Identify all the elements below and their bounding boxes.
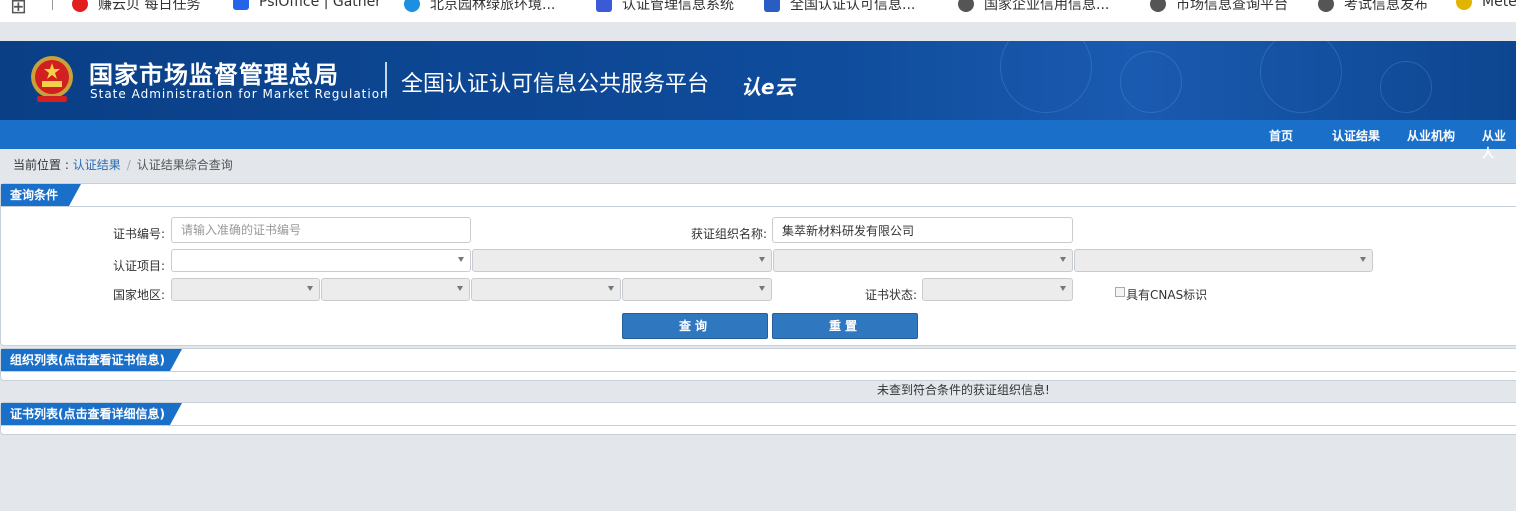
bookmark-favicon-icon [404, 0, 420, 12]
project-select-2[interactable] [472, 249, 772, 272]
bookmark-item[interactable]: 国家企业信用信息... [958, 0, 1109, 14]
region-select-2[interactable] [321, 278, 470, 301]
status-label: 证书状态: [865, 288, 918, 302]
bookmark-favicon-icon [72, 0, 88, 12]
cert-list-title: 证书列表(点击查看详细信息) [1, 403, 182, 425]
org-name-cn: 国家市场监督管理总局 [89, 61, 339, 89]
bookmark-item[interactable]: 市场信息查询平台 [1150, 0, 1288, 14]
decor-circle [1260, 41, 1342, 113]
org-list-empty-message: 未查到符合条件的获证组织信息! [877, 383, 1050, 397]
decor-circle [1000, 41, 1092, 113]
cert-no-input[interactable] [171, 217, 471, 243]
project-select-3[interactable] [773, 249, 1073, 272]
breadcrumb-prefix: 当前位置 : [13, 158, 73, 172]
platform-title: 全国认证认可信息公共服务平台 [401, 72, 710, 97]
breadcrumb-link[interactable]: 认证结果 [73, 158, 121, 172]
bookmark-item[interactable]: Mete [1456, 0, 1516, 10]
chevron-down-icon [1060, 257, 1066, 262]
breadcrumb-current: 认证结果综合查询 [136, 158, 233, 172]
region-select-4[interactable] [622, 278, 772, 301]
org-name-label: 获证组织名称: [691, 227, 768, 241]
project-select-4[interactable] [1074, 249, 1373, 272]
query-button[interactable]: 查询 [622, 313, 768, 339]
org-list-header: 组织列表(点击查看证书信息) [1, 349, 1516, 372]
chevron-down-icon [608, 286, 614, 291]
query-panel-title: 查询条件 [1, 184, 81, 206]
bookmark-item[interactable]: PsiOffice | Gather [233, 0, 381, 10]
nav-item-home[interactable]: 首页 [1269, 127, 1293, 144]
chevron-down-icon [759, 286, 765, 291]
bookmark-item[interactable]: 考试信息发布 [1318, 0, 1428, 14]
chevron-down-icon [307, 286, 313, 291]
apps-grid-icon[interactable]: ⊞ [10, 0, 27, 18]
chevron-down-icon [457, 286, 463, 291]
cert-list-panel: 证书列表(点击查看详细信息) [0, 402, 1516, 435]
breadcrumb-separator: / [126, 158, 131, 172]
cnas-label: 具有CNAS标识 [1126, 288, 1208, 302]
project-select-1[interactable] [171, 249, 471, 272]
cnas-checkbox[interactable] [1115, 287, 1125, 297]
bookmarks-bar: ⊞ 赚云贝 每日任务 PsiOffice | Gather 北京园林绿旅环境..… [0, 0, 1516, 22]
nav-item-cert-results[interactable]: 认证结果 [1332, 127, 1380, 144]
bookmark-item[interactable]: 赚云贝 每日任务 [72, 0, 200, 14]
region-label: 国家地区: [113, 288, 166, 302]
cert-no-label: 证书编号: [113, 227, 166, 241]
site-header: 国家市场监督管理总局 State Administration for Mark… [0, 41, 1516, 120]
cert-list-header: 证书列表(点击查看详细信息) [1, 403, 1516, 426]
status-select[interactable] [922, 278, 1073, 301]
bookmarks-separator [52, 0, 53, 10]
org-list-title: 组织列表(点击查看证书信息) [1, 349, 182, 371]
chevron-down-icon [1060, 286, 1066, 291]
globe-icon [1150, 0, 1166, 12]
bookmark-favicon-icon [764, 0, 780, 12]
bookmark-item[interactable]: 全国认证认可信息... [764, 0, 915, 14]
header-divider [385, 62, 387, 96]
bookmark-favicon-icon [1456, 0, 1472, 10]
bookmark-favicon-icon [596, 0, 612, 12]
org-name-input[interactable] [772, 217, 1073, 243]
region-select-3[interactable] [471, 278, 621, 301]
org-list-panel: 组织列表(点击查看证书信息) [0, 348, 1516, 381]
query-panel-header: 查询条件 [1, 184, 1516, 207]
decor-circle [1120, 51, 1182, 113]
chevron-down-icon [1360, 257, 1366, 262]
reset-button[interactable]: 重置 [772, 313, 918, 339]
breadcrumb: 当前位置 : 认证结果 / 认证结果综合查询 [13, 156, 233, 173]
nav-item-personnel[interactable]: 从业人 [1482, 127, 1516, 161]
main-nav: 首页 认证结果 从业机构 从业人 [0, 120, 1516, 160]
national-emblem-icon [31, 56, 73, 102]
bookmark-item[interactable]: 北京园林绿旅环境... [404, 0, 555, 14]
decor-circle [1380, 61, 1432, 113]
globe-icon [1318, 0, 1334, 12]
nav-item-institutions[interactable]: 从业机构 [1407, 127, 1455, 144]
platform-logo: 认e云 [741, 75, 795, 99]
project-label: 认证项目: [113, 259, 166, 273]
bookmark-favicon-icon [233, 0, 249, 10]
region-select-1[interactable] [171, 278, 320, 301]
chevron-down-icon [759, 257, 765, 262]
chevron-down-icon [458, 257, 464, 262]
org-name-en: State Administration for Market Regulati… [90, 87, 389, 101]
bookmark-item[interactable]: 认证管理信息系统 [596, 0, 734, 14]
globe-icon [958, 0, 974, 12]
